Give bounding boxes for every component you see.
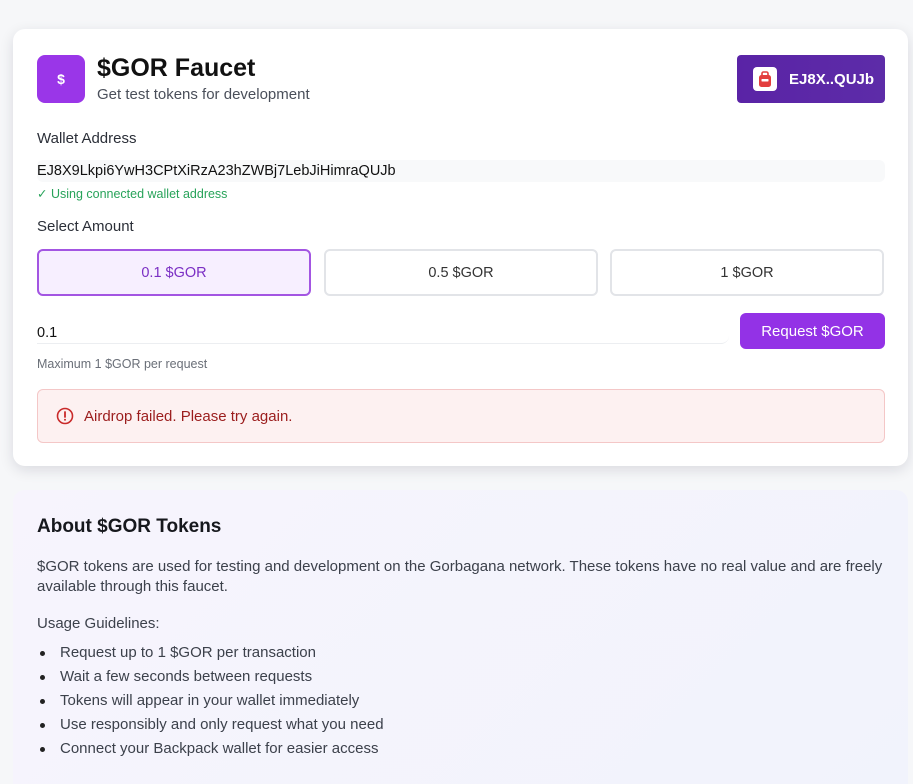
bullet-icon: [40, 722, 45, 728]
bullet-icon: [40, 698, 45, 704]
bullet-icon: [40, 674, 45, 680]
wallet-address-input[interactable]: [37, 160, 885, 182]
amount-option-0-1[interactable]: 0.1 $GOR: [37, 249, 311, 296]
bullet-icon: [40, 650, 45, 656]
amount-input[interactable]: [37, 322, 729, 344]
guideline-text: Connect your Backpack wallet for easier …: [60, 740, 379, 757]
error-message: Airdrop failed. Please try again.: [84, 407, 293, 425]
page-subtitle: Get test tokens for development: [97, 86, 310, 103]
max-request-note: Maximum 1 $GOR per request: [37, 357, 208, 371]
guideline-text: Use responsibly and only request what yo…: [60, 716, 384, 733]
select-amount-label: Select Amount: [37, 218, 134, 235]
error-alert: Airdrop failed. Please try again.: [37, 389, 885, 443]
logo-symbol: $: [57, 71, 65, 87]
alert-circle-icon: [56, 407, 74, 425]
request-gor-button[interactable]: Request $GOR: [740, 313, 885, 349]
guidelines-list: Request up to 1 $GOR per transaction Wai…: [37, 641, 384, 761]
amount-option-0-5[interactable]: 0.5 $GOR: [324, 249, 598, 296]
guideline-text: Wait a few seconds between requests: [60, 668, 313, 685]
amount-option-1[interactable]: 1 $GOR: [610, 249, 884, 296]
bullet-icon: [40, 746, 45, 752]
list-item: Request up to 1 $GOR per transaction: [37, 641, 384, 665]
wallet-connect-button[interactable]: EJ8X..QUJb: [737, 55, 885, 103]
page-title: $GOR Faucet: [97, 54, 256, 82]
guideline-text: Tokens will appear in your wallet immedi…: [60, 692, 360, 709]
list-item: Wait a few seconds between requests: [37, 665, 384, 689]
backpack-wallet-icon: [753, 67, 777, 91]
about-heading: About $GOR Tokens: [37, 516, 222, 537]
faucet-card: $ $GOR Faucet Get test tokens for develo…: [13, 29, 908, 466]
faucet-logo-icon: $: [37, 55, 85, 103]
list-item: Connect your Backpack wallet for easier …: [37, 737, 384, 761]
usage-guidelines-label: Usage Guidelines:: [37, 615, 160, 632]
guideline-text: Request up to 1 $GOR per transaction: [60, 644, 316, 661]
list-item: Use responsibly and only request what yo…: [37, 713, 384, 737]
about-section: About $GOR Tokens $GOR tokens are used f…: [13, 490, 908, 784]
wallet-status-note: ✓ Using connected wallet address: [37, 187, 228, 201]
about-description: $GOR tokens are used for testing and dev…: [37, 558, 883, 595]
list-item: Tokens will appear in your wallet immedi…: [37, 689, 384, 713]
wallet-address-short: EJ8X..QUJb: [789, 70, 875, 88]
wallet-address-label: Wallet Address: [37, 130, 137, 147]
